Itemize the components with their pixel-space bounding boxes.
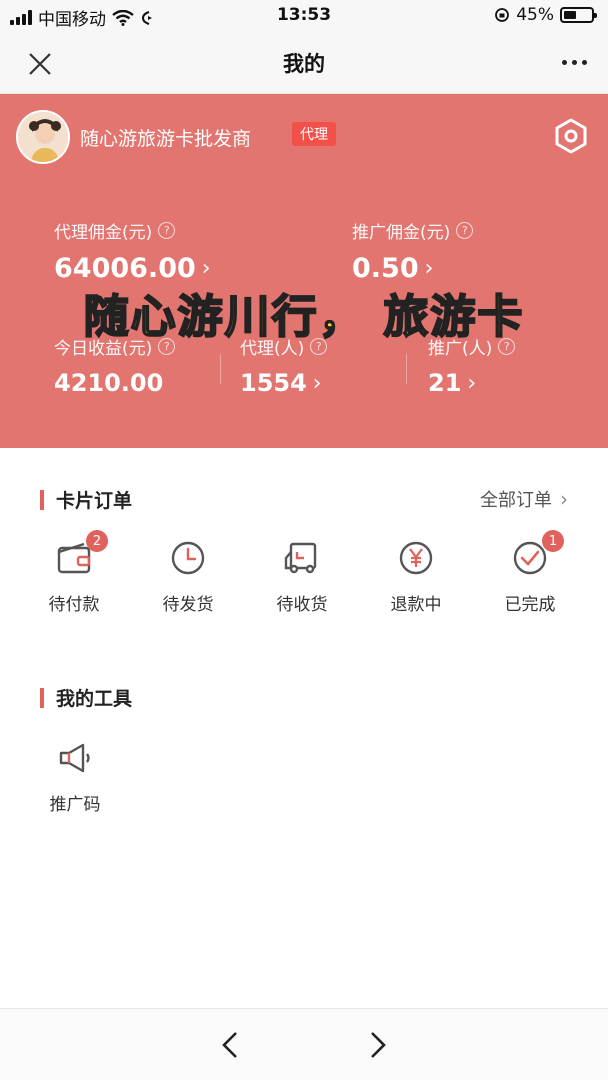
section-accent-bar xyxy=(40,489,44,510)
chevron-right-icon: › xyxy=(201,256,211,281)
order-label: 已完成 xyxy=(504,595,556,615)
back-arrow-icon[interactable] xyxy=(216,1029,244,1061)
agent-commission-label: 代理佣金(元) xyxy=(54,223,153,243)
order-refunding[interactable]: 退款中 xyxy=(366,538,466,615)
tools-section-title: 我的工具 xyxy=(56,688,133,710)
order-completed[interactable]: 1 已完成 xyxy=(480,530,580,615)
chevron-right-icon: › xyxy=(312,370,322,396)
nav-bar: 我的 xyxy=(0,32,608,94)
stat-divider xyxy=(406,354,407,384)
hexagon-settings-icon[interactable] xyxy=(554,118,588,154)
order-badge: 1 xyxy=(542,530,564,552)
order-badge: 2 xyxy=(86,530,108,552)
forward-arrow-icon[interactable] xyxy=(364,1029,392,1061)
chevron-right-icon: › xyxy=(424,256,434,281)
rotation-lock-icon xyxy=(495,8,510,22)
truck-icon xyxy=(282,538,322,578)
more-dots-icon[interactable] xyxy=(556,46,592,78)
today-income-value: 4210.00 xyxy=(54,369,164,397)
orders-section-title: 卡片订单 xyxy=(56,490,133,512)
orders-row: 2 待付款 待发货 待收货 退款中 1 已完成 xyxy=(0,530,608,618)
order-label: 待收货 xyxy=(276,595,328,615)
agents-value: 1554 xyxy=(240,369,307,397)
chevron-right-icon: › xyxy=(467,370,477,396)
clock-icon xyxy=(168,538,208,578)
orders-section-header: 卡片订单 xyxy=(40,486,132,513)
promo-commission-stat[interactable]: 推广佣金(元) ? 0.50 › xyxy=(352,218,474,284)
order-label: 待发货 xyxy=(162,595,214,615)
tools-section-header: 我的工具 xyxy=(40,684,132,711)
megaphone-icon xyxy=(59,743,90,773)
video-caption: 随心游川行， 旅游卡 xyxy=(83,289,525,344)
tool-label: 推广码 xyxy=(49,795,101,815)
yen-refund-icon xyxy=(396,538,436,578)
check-circle-icon: 1 xyxy=(510,530,564,578)
order-label: 退款中 xyxy=(390,595,442,615)
stat-divider xyxy=(220,354,221,384)
order-label: 待付款 xyxy=(48,595,100,615)
order-pending-receipt[interactable]: 待收货 xyxy=(252,538,352,615)
profile-header: 随心游旅游卡批发商 代理 代理佣金(元) ? 64006.00 › 推广佣金(元… xyxy=(0,94,608,448)
chevron-right-icon: › xyxy=(560,487,568,511)
order-pending-shipment[interactable]: 待发货 xyxy=(138,538,238,615)
help-icon[interactable]: ? xyxy=(158,222,176,239)
battery-icon xyxy=(560,7,597,23)
shop-name: 随心游旅游卡批发商 xyxy=(80,128,252,150)
all-orders-label: 全部订单 xyxy=(480,490,552,511)
section-accent-bar xyxy=(40,687,44,708)
battery-percent: 45% xyxy=(516,5,554,25)
order-pending-payment[interactable]: 2 待付款 xyxy=(24,530,124,615)
promoters-value: 21 xyxy=(428,369,462,397)
status-right: 45% xyxy=(494,5,597,25)
all-orders-link[interactable]: 全部订单 › xyxy=(480,486,568,512)
help-icon[interactable]: ? xyxy=(456,222,474,239)
battery-level xyxy=(564,11,576,19)
promo-commission-label: 推广佣金(元) xyxy=(352,223,451,243)
status-bar: 中国移动 13:53 45% xyxy=(0,0,608,32)
agent-commission-stat[interactable]: 代理佣金(元) ? 64006.00 › xyxy=(54,218,211,284)
tool-promo-code[interactable]: 推广码 xyxy=(30,740,120,815)
role-badge: 代理 xyxy=(292,122,336,146)
page-title: 我的 xyxy=(283,52,325,76)
avatar[interactable] xyxy=(16,110,70,164)
browser-nav-bar xyxy=(0,1008,608,1080)
wallet-icon: 2 xyxy=(54,530,108,578)
